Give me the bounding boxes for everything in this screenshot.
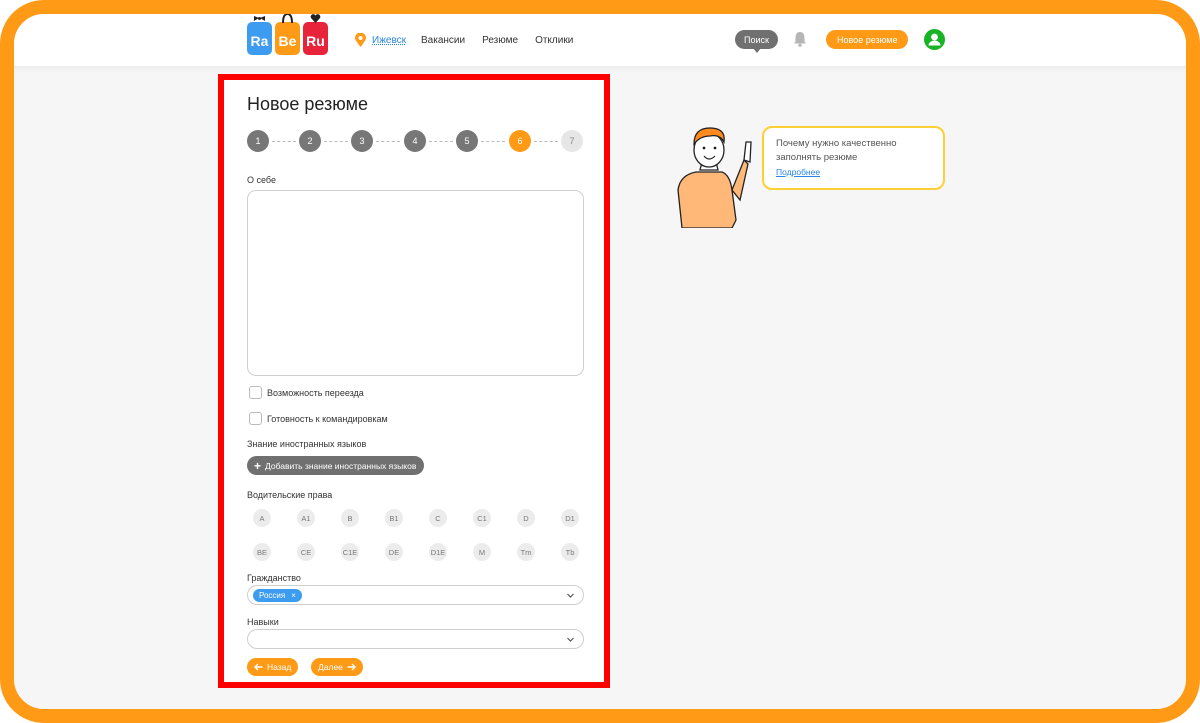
step-5[interactable]: 5 [456, 130, 478, 152]
logo-tile-ru: Ru [303, 14, 328, 55]
license-d1[interactable]: D1 [561, 509, 579, 527]
bell-icon[interactable] [793, 31, 807, 47]
user-avatar[interactable] [924, 29, 945, 50]
license-label: Водительские права [247, 490, 333, 500]
step-4[interactable]: 4 [404, 130, 426, 152]
citizenship-chip-label: Россия [259, 591, 286, 600]
nav-vacancies[interactable]: Вакансии [421, 35, 465, 46]
license-d1e[interactable]: D1E [429, 543, 447, 561]
tip-text: Почему нужно качественно заполнять резюм… [776, 138, 897, 163]
user-icon [928, 33, 941, 46]
license-tb[interactable]: Tb [561, 543, 579, 561]
chevron-down-icon[interactable] [566, 635, 575, 644]
bow-icon [254, 16, 265, 21]
license-c1e[interactable]: C1E [341, 543, 359, 561]
back-label: Назад [267, 662, 292, 672]
arrow-right-icon [347, 663, 356, 671]
skills-select[interactable] [247, 629, 584, 649]
rabeRu-logo[interactable]: Ra Be Ru [247, 14, 328, 55]
logo-tile-be: Be [275, 14, 300, 55]
logo-letters-ra: Ra [250, 33, 269, 49]
relocation-label: Возможность переезда [267, 387, 364, 398]
step-7[interactable]: 7 [561, 130, 583, 152]
step-3[interactable]: 3 [351, 130, 373, 152]
window-frame: Ra Be Ru Ижевск Вакансии Резюме Отклики … [0, 0, 1200, 723]
tip-more-link[interactable]: Подробнее [776, 167, 931, 177]
back-button[interactable]: Назад [247, 658, 299, 676]
license-ce[interactable]: CE [297, 543, 315, 561]
new-resume-button[interactable]: Новое резюме [826, 30, 909, 49]
relocation-checkbox[interactable]: Возможность переезда [249, 386, 364, 399]
nav-responses[interactable]: Отклики [535, 35, 573, 46]
step-connector [272, 141, 296, 142]
business-trips-checkbox-box[interactable] [249, 412, 262, 425]
next-button[interactable]: Далее [311, 658, 363, 676]
about-textarea[interactable] [247, 190, 584, 376]
license-d[interactable]: D [517, 509, 535, 527]
add-language-label: Добавить знание иностранных языков [265, 460, 417, 471]
search-button[interactable]: Поиск [735, 30, 778, 53]
citizenship-label: Гражданство [247, 573, 301, 583]
step-2[interactable]: 2 [299, 130, 321, 152]
skills-label: Навыки [247, 617, 279, 627]
logo-letters-ru: Ru [306, 33, 325, 49]
languages-label: Знание иностранных языков [247, 439, 367, 449]
nav-resumes[interactable]: Резюме [482, 35, 518, 46]
top-navigation-bar: Ra Be Ru Ижевск Вакансии Резюме Отклики … [14, 14, 1186, 66]
business-trips-label: Готовность к командировкам [267, 413, 388, 424]
license-c[interactable]: C [429, 509, 447, 527]
page-title: Новое резюме [247, 94, 368, 114]
arrow-left-icon [254, 663, 263, 671]
logo-letters-be: Be [278, 33, 297, 49]
about-label: О себе [247, 175, 276, 185]
resume-form-panel: Новое резюме 1 2 3 4 5 6 7 О себе Возмож… [218, 74, 610, 688]
heart-icon [310, 14, 321, 23]
handle-icon [282, 14, 293, 23]
person-illustration [677, 127, 752, 228]
step-1[interactable]: 1 [247, 130, 269, 152]
license-be[interactable]: BE [253, 543, 271, 561]
city-selector[interactable]: Ижевск [372, 35, 406, 46]
tip-box: Почему нужно качественно заполнять резюм… [762, 126, 945, 190]
main-nav: Вакансии Резюме Отклики [421, 35, 573, 46]
license-b[interactable]: B [341, 509, 359, 527]
citizenship-chip[interactable]: Россия × [253, 589, 302, 602]
location-pin-icon [355, 33, 366, 47]
step-connector [429, 141, 453, 142]
next-label: Далее [318, 662, 343, 672]
plus-icon: + [254, 458, 262, 473]
relocation-checkbox-box[interactable] [249, 386, 262, 399]
step-connector [376, 141, 400, 142]
step-6-active[interactable]: 6 [509, 130, 531, 152]
add-language-button[interactable]: + Добавить знание иностранных языков [247, 456, 425, 475]
step-indicator: 1 2 3 4 5 6 7 [247, 130, 587, 154]
citizenship-select[interactable]: Россия × [247, 585, 584, 605]
chevron-down-icon[interactable] [566, 591, 575, 600]
step-connector [534, 141, 558, 142]
remove-chip-icon[interactable]: × [291, 591, 296, 600]
license-a[interactable]: A [253, 509, 271, 527]
license-m[interactable]: M [473, 543, 491, 561]
license-c1[interactable]: C1 [473, 509, 491, 527]
logo-tile-ra: Ra [247, 16, 272, 55]
license-b1[interactable]: B1 [385, 509, 403, 527]
step-connector [324, 141, 348, 142]
license-de[interactable]: DE [385, 543, 403, 561]
business-trips-checkbox[interactable]: Готовность к командировкам [249, 412, 388, 425]
step-connector [481, 141, 505, 142]
license-a1[interactable]: A1 [297, 509, 315, 527]
license-tm[interactable]: Tm [517, 543, 535, 561]
